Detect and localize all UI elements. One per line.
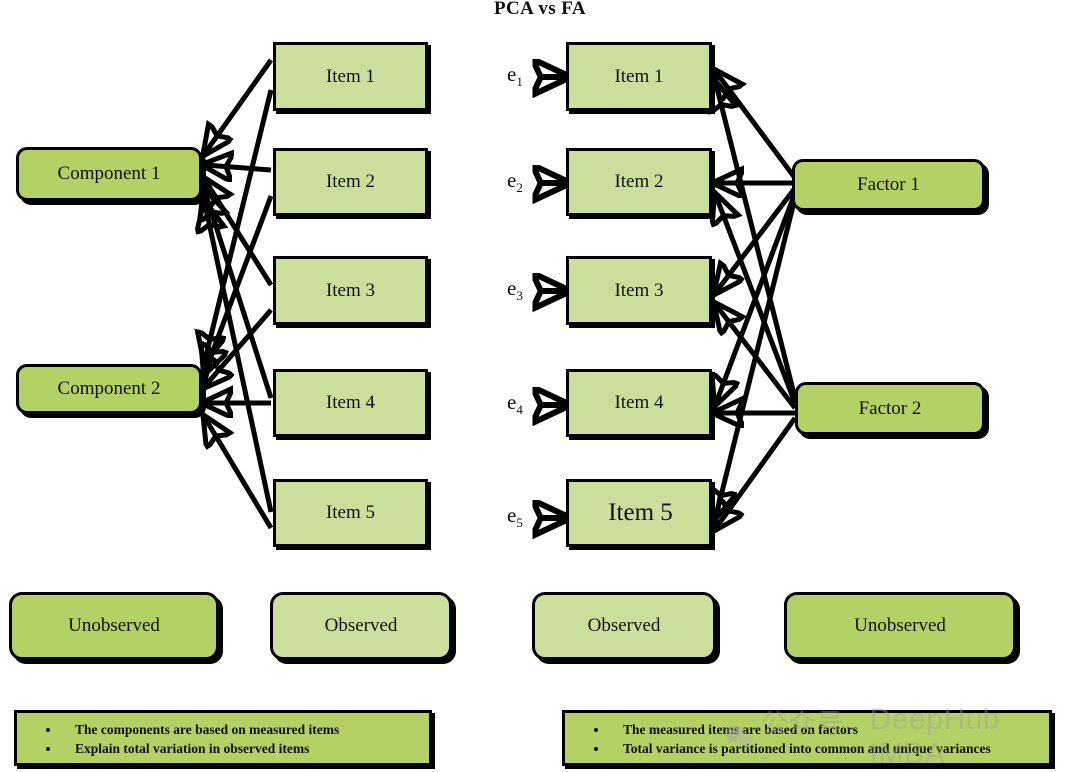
error-base: e [507, 276, 517, 300]
node-label: Item 5 [325, 502, 376, 523]
error-label-e1: e1 [507, 62, 523, 90]
legend-label: Unobserved [854, 615, 946, 636]
error-label-e2: e2 [507, 168, 523, 196]
node-label: Component 1 [57, 163, 161, 184]
node-label: Item 2 [325, 171, 376, 192]
node-label: Item 5 [608, 499, 673, 526]
error-subscript: 4 [516, 402, 523, 418]
node-label: Item 2 [614, 171, 664, 192]
legend-label: Observed [587, 615, 661, 636]
error-label-e5: e5 [507, 503, 523, 531]
node-label: Item 1 [614, 65, 664, 87]
error-base: e [507, 62, 517, 86]
node-pca-item-2[interactable]: Item 2 [273, 148, 428, 216]
legend-unobserved-left[interactable]: Unobserved [9, 592, 219, 660]
error-subscript: 5 [516, 515, 523, 531]
note-item: The components are based on measured ite… [61, 720, 425, 739]
error-base: e [507, 390, 517, 414]
notes-panel-left: The components are based on measured ite… [14, 710, 432, 766]
legend-label: Observed [324, 615, 398, 636]
error-subscript: 1 [516, 74, 523, 90]
node-label: Factor 1 [857, 174, 920, 195]
node-pca-item-5[interactable]: Item 5 [273, 479, 428, 547]
node-fa-item-5[interactable]: Item 5 [566, 479, 712, 547]
node-label: Factor 2 [858, 397, 922, 419]
node-label: Component 2 [57, 378, 161, 399]
node-pca-item-4[interactable]: Item 4 [273, 369, 428, 437]
note-item: Total variance is partitioned into commo… [609, 739, 1045, 758]
node-label: Item 3 [325, 279, 376, 301]
notes-list-right: The measured items are based on factors … [565, 720, 1045, 758]
node-pca-item-1[interactable]: Item 1 [273, 42, 428, 111]
error-subscript: 3 [516, 288, 523, 304]
fa-error-arrows [542, 77, 566, 518]
note-item: Explain total variation in observed item… [61, 739, 425, 758]
note-item: The measured items are based on factors [609, 720, 1045, 739]
error-base: e [507, 168, 517, 192]
diagram-canvas: PCA vs FA Component 1 Component 2 Item 1… [0, 0, 1080, 772]
error-label-e3: e3 [507, 276, 523, 304]
node-pca-item-3[interactable]: Item 3 [273, 256, 428, 325]
notes-list-left: The components are based on measured ite… [17, 720, 425, 758]
node-factor-2[interactable]: Factor 2 [795, 382, 985, 435]
node-label: Item 4 [325, 392, 376, 413]
node-fa-item-2[interactable]: Item 2 [566, 148, 712, 216]
legend-observed-left[interactable]: Observed [270, 592, 452, 660]
node-label: Item 4 [614, 392, 664, 413]
node-factor-1[interactable]: Factor 1 [792, 159, 985, 211]
error-label-e4: e4 [507, 390, 523, 418]
legend-label: Unobserved [68, 615, 160, 636]
node-fa-item-3[interactable]: Item 3 [566, 256, 712, 325]
node-label: Item 3 [614, 279, 664, 301]
node-fa-item-4[interactable]: Item 4 [566, 369, 712, 437]
notes-panel-right: The measured items are based on factors … [562, 710, 1052, 766]
legend-observed-right[interactable]: Observed [532, 592, 716, 660]
error-base: e [507, 503, 517, 527]
node-label: Item 1 [325, 65, 376, 87]
node-component-2[interactable]: Component 2 [16, 364, 202, 414]
legend-unobserved-right[interactable]: Unobserved [784, 592, 1016, 660]
error-subscript: 2 [516, 180, 523, 196]
node-component-1[interactable]: Component 1 [16, 147, 202, 201]
node-fa-item-1[interactable]: Item 1 [566, 42, 712, 111]
